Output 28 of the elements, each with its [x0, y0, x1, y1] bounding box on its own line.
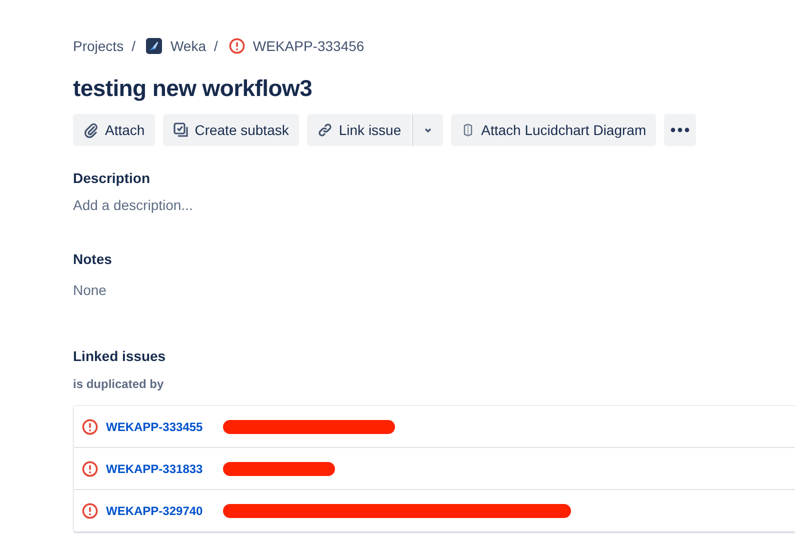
error-icon: [82, 502, 98, 518]
lucid-button[interactable]: Attach Lucidchart Diagram: [451, 114, 656, 146]
breadcrumb-link[interactable]: WEKAPP-333456: [228, 38, 364, 54]
breadcrumb-link[interactable]: Projects: [73, 38, 124, 54]
relation-label: is duplicated by: [73, 377, 165, 391]
subtask-button[interactable]: Create subtask: [162, 114, 299, 146]
breadcrumb-separator: /: [214, 38, 218, 54]
more-button[interactable]: [664, 114, 696, 146]
more-icon: [670, 127, 690, 133]
link-icon: [316, 122, 333, 138]
error-icon: [82, 418, 98, 434]
error-icon: [82, 460, 98, 476]
breadcrumb-link[interactable]: Weka: [146, 38, 206, 54]
section-heading: Linked issues: [73, 348, 167, 366]
section-heading: Notes: [73, 251, 113, 269]
issue-title: testing new workflow3: [73, 74, 314, 103]
section-heading: Description: [73, 170, 152, 188]
attach-button[interactable]: Attach: [73, 114, 155, 146]
checkbox-icon: [172, 122, 189, 138]
paperclip-icon: [83, 122, 99, 138]
issue-link[interactable]: WEKAPP-333455: [106, 420, 203, 434]
issue-link[interactable]: WEKAPP-329740: [106, 504, 203, 518]
rocket-icon: [146, 38, 162, 54]
link-button[interactable]: Link issue: [306, 114, 412, 146]
issue-link[interactable]: WEKAPP-331833: [106, 462, 203, 476]
error-icon: [228, 38, 245, 54]
breadcrumb-separator: /: [132, 38, 136, 54]
notes-value: None: [73, 282, 108, 298]
